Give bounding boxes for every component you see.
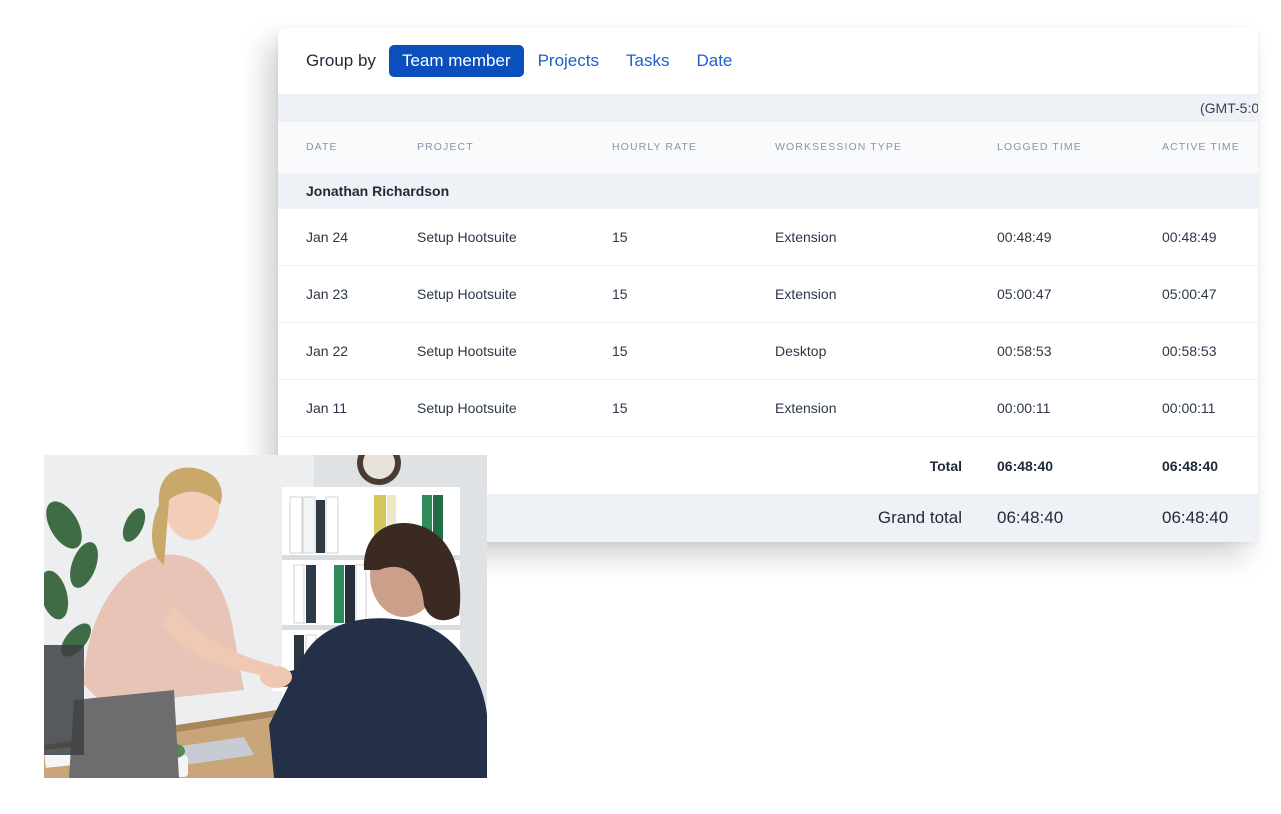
cell-project: Setup Hootsuite <box>417 229 517 245</box>
cell-active-time: 00:00:11 <box>1162 400 1216 416</box>
total-active-time: 06:48:40 <box>1162 458 1219 474</box>
cell-hourly-rate: 15 <box>612 286 628 302</box>
cell-worksession-type: Extension <box>775 229 837 245</box>
cell-project: Setup Hootsuite <box>417 343 517 359</box>
team-member-name: Jonathan Richardson <box>306 183 450 199</box>
cell-date: Jan 24 <box>306 229 349 245</box>
table-header: DATE PROJECT HOURLY RATE WORKSESSION TYP… <box>278 122 1258 173</box>
column-header-worksession-type[interactable]: WORKSESSION TYPE <box>775 141 902 153</box>
cell-active-time: 00:58:53 <box>1162 343 1217 359</box>
column-header-active-time[interactable]: ACTIVE TIME <box>1162 141 1240 153</box>
grand-total-active-time: 06:48:40 <box>1162 508 1229 527</box>
office-handshake-photo <box>44 455 487 778</box>
column-header-project[interactable]: PROJECT <box>417 141 474 153</box>
total-logged-time: 06:48:40 <box>997 458 1054 474</box>
column-header-date[interactable]: DATE <box>306 141 338 153</box>
cell-hourly-rate: 15 <box>612 400 628 416</box>
cell-hourly-rate: 15 <box>612 229 628 245</box>
cell-project: Setup Hootsuite <box>417 286 517 302</box>
cell-worksession-type: Extension <box>775 286 837 302</box>
handshake-illustration <box>44 455 487 778</box>
cell-worksession-type: Desktop <box>775 343 827 359</box>
timezone-band: (GMT-5:0 <box>278 94 1258 122</box>
cell-logged-time: 05:00:47 <box>997 286 1052 302</box>
cell-logged-time: 00:00:11 <box>997 400 1051 416</box>
cell-active-time: 05:00:47 <box>1162 286 1217 302</box>
timezone-label: (GMT-5:0 <box>1200 100 1258 116</box>
table-row[interactable]: Jan 24 Setup Hootsuite 15 Extension 00:4… <box>278 209 1258 266</box>
column-header-logged-time[interactable]: LOGGED TIME <box>997 141 1082 153</box>
cell-date: Jan 11 <box>306 400 347 416</box>
table-row[interactable]: Jan 11 Setup Hootsuite 15 Extension 00:0… <box>278 380 1258 437</box>
cell-worksession-type: Extension <box>775 400 837 416</box>
group-by-tasks-link[interactable]: Tasks <box>626 51 669 71</box>
cell-logged-time: 00:58:53 <box>997 343 1052 359</box>
grand-total-logged-time: 06:48:40 <box>997 508 1064 527</box>
cell-active-time: 00:48:49 <box>1162 229 1217 245</box>
group-by-bar: Group by Team member Projects Tasks Date <box>306 45 759 77</box>
group-by-date-link[interactable]: Date <box>696 51 732 71</box>
cell-date: Jan 23 <box>306 286 349 302</box>
total-label: Total <box>929 458 962 474</box>
column-header-hourly-rate[interactable]: HOURLY RATE <box>612 141 697 153</box>
table-row[interactable]: Jan 22 Setup Hootsuite 15 Desktop 00:58:… <box>278 323 1258 380</box>
cell-logged-time: 00:48:49 <box>997 229 1052 245</box>
team-member-group-row[interactable]: Jonathan Richardson <box>278 173 1258 209</box>
cell-hourly-rate: 15 <box>612 343 628 359</box>
group-by-team-member-button[interactable]: Team member <box>388 45 524 77</box>
grand-total-label: Grand total <box>877 508 962 527</box>
table-row[interactable]: Jan 23 Setup Hootsuite 15 Extension 05:0… <box>278 266 1258 323</box>
group-by-label: Group by <box>306 51 376 70</box>
cell-date: Jan 22 <box>306 343 349 359</box>
cell-project: Setup Hootsuite <box>417 400 517 416</box>
group-by-projects-link[interactable]: Projects <box>538 51 599 71</box>
